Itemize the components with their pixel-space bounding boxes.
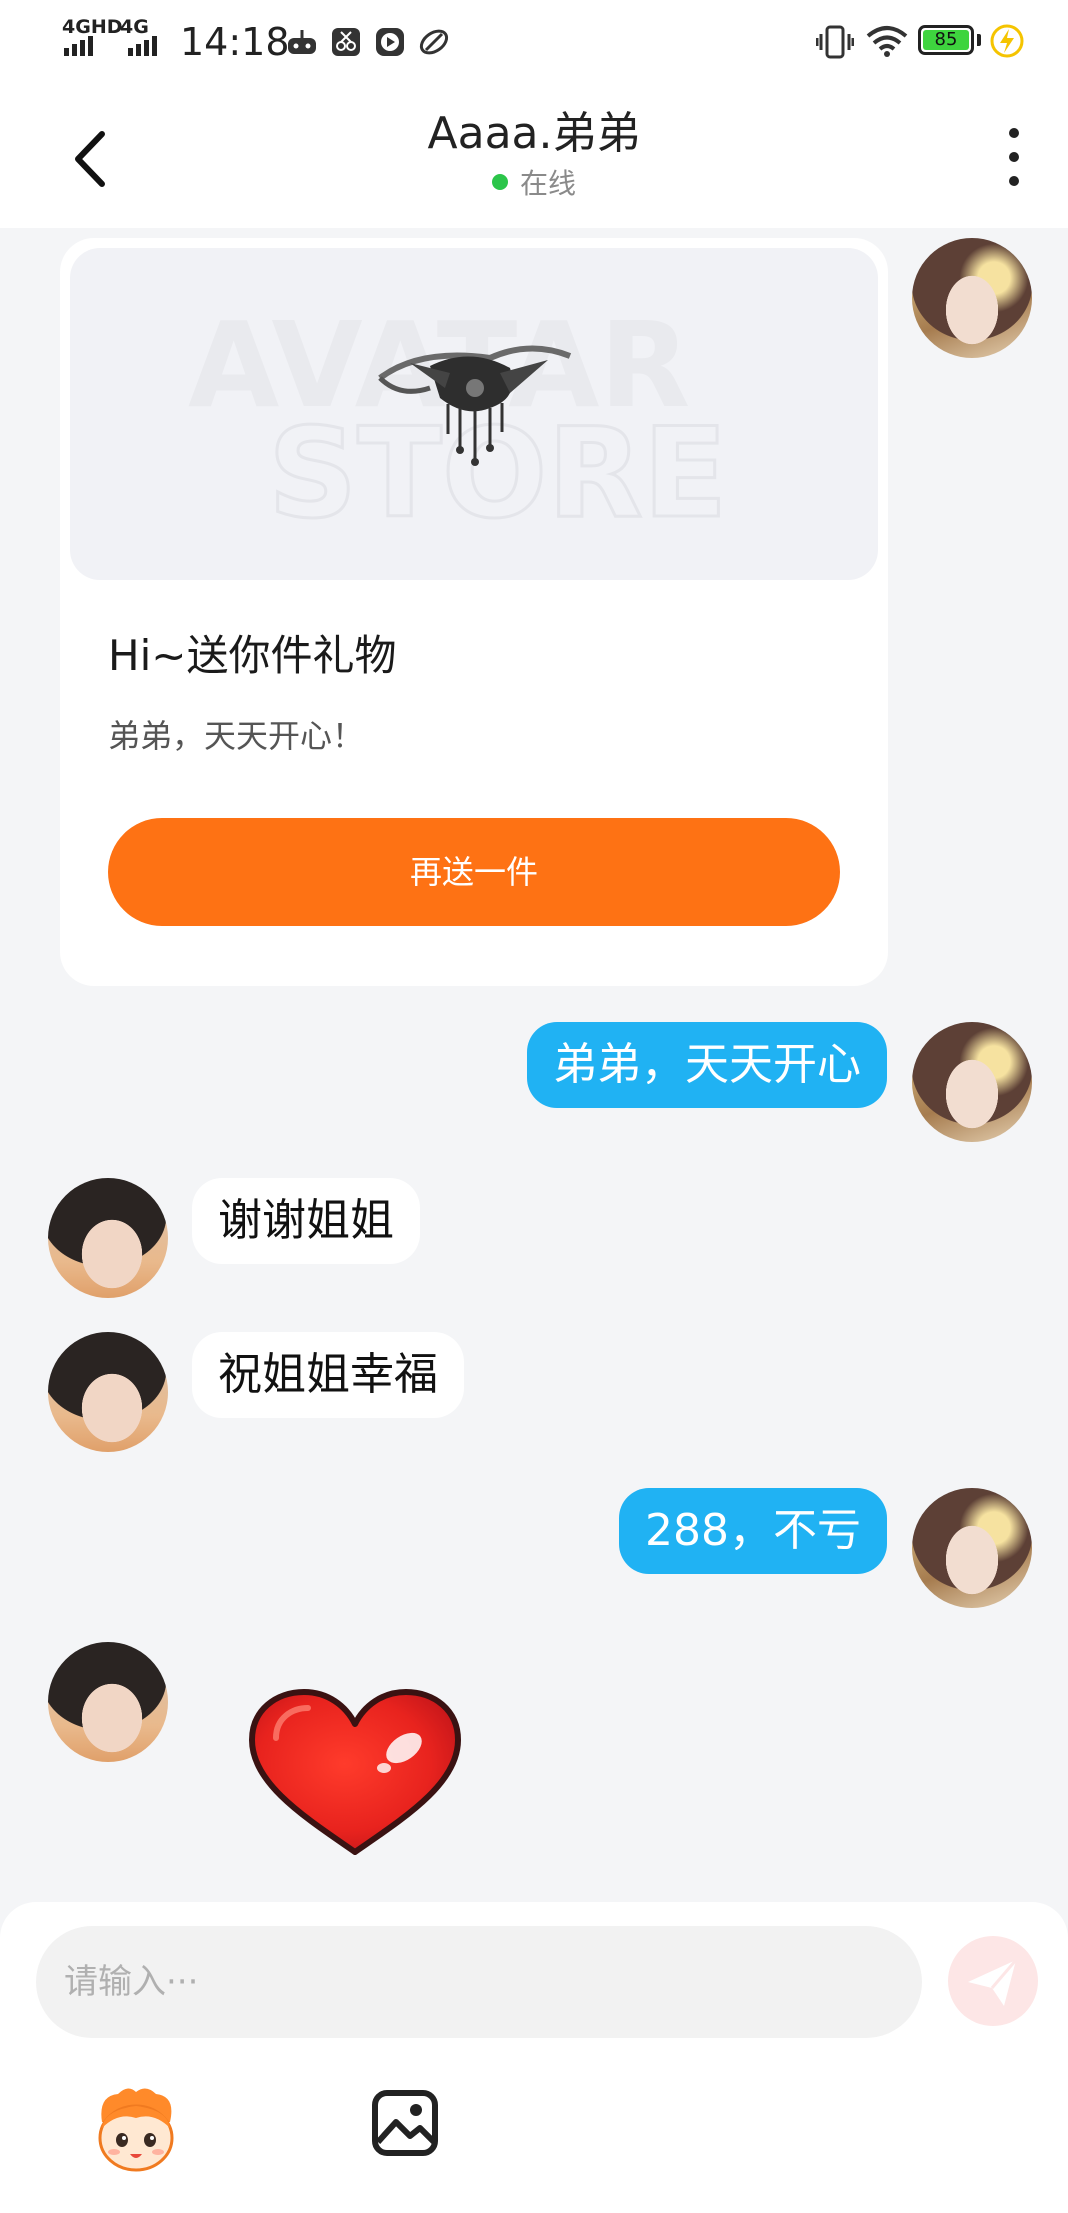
avatar-contact[interactable] — [48, 1642, 168, 1762]
signal-bars-2-icon — [128, 36, 157, 56]
status-bar: 4GHD 4G 14:18 85 — [0, 0, 1068, 84]
clock: 14:18 — [180, 20, 290, 64]
online-dot-icon — [491, 174, 508, 190]
leaf-app-icon — [419, 29, 449, 55]
charging-icon — [990, 24, 1024, 58]
avatar-self[interactable] — [912, 1022, 1032, 1142]
signal-label-1: 4GHD — [62, 16, 123, 38]
image-icon[interactable] — [370, 2088, 440, 2158]
gift-subtitle: 弟弟，天天开心！ — [108, 717, 365, 755]
message-bubble-outgoing[interactable]: 弟弟，天天开心 — [527, 1022, 887, 1108]
send-button[interactable] — [948, 1936, 1038, 2026]
gift-illustration: AVATAR STORE — [188, 296, 729, 548]
message-bubble-incoming[interactable]: 谢谢姐姐 — [192, 1178, 420, 1264]
heart-sticker[interactable] — [246, 1688, 464, 1860]
more-vertical-icon[interactable] — [996, 128, 1032, 194]
emoji-mascot-icon[interactable] — [88, 2082, 184, 2178]
game-app-icon — [288, 30, 316, 54]
chat-header: Aaaa.弟弟 在线 — [0, 84, 1068, 228]
gift-image: AVATAR STORE — [70, 248, 878, 580]
message-bubble-outgoing[interactable]: 288，不亏 — [619, 1488, 887, 1574]
battery-level: 85 — [923, 30, 969, 50]
signal-label-2: 4G — [120, 16, 149, 38]
online-status-label: 在线 — [519, 167, 576, 200]
avatar-self[interactable] — [912, 238, 1032, 358]
send-icon — [968, 1959, 1018, 2006]
gift-card: AVATAR STORE Hi~送你件礼物 弟弟，天天开心！ 再送一件 — [60, 238, 888, 986]
input-panel — [0, 1902, 1068, 2213]
message-input[interactable] — [36, 1926, 922, 2038]
avatar-contact[interactable] — [48, 1178, 168, 1298]
battery-icon: 85 — [918, 25, 974, 55]
wifi-icon — [866, 26, 908, 57]
watermark-store: STORE — [268, 402, 728, 546]
scissors-app-icon — [332, 28, 360, 56]
contact-name: Aaaa.弟弟 — [427, 108, 641, 159]
message-bubble-incoming[interactable]: 祝姐姐幸福 — [192, 1332, 464, 1418]
video-app-icon — [376, 28, 404, 56]
avatar-self[interactable] — [912, 1488, 1032, 1608]
online-status: 在线 — [0, 166, 1068, 202]
gift-title: Hi~送你件礼物 — [108, 631, 397, 680]
avatar-contact[interactable] — [48, 1332, 168, 1452]
vibrate-icon — [816, 25, 854, 59]
signal-bars-1-icon — [64, 36, 93, 56]
battery-nub — [977, 34, 981, 46]
resend-gift-button[interactable]: 再送一件 — [108, 818, 840, 926]
